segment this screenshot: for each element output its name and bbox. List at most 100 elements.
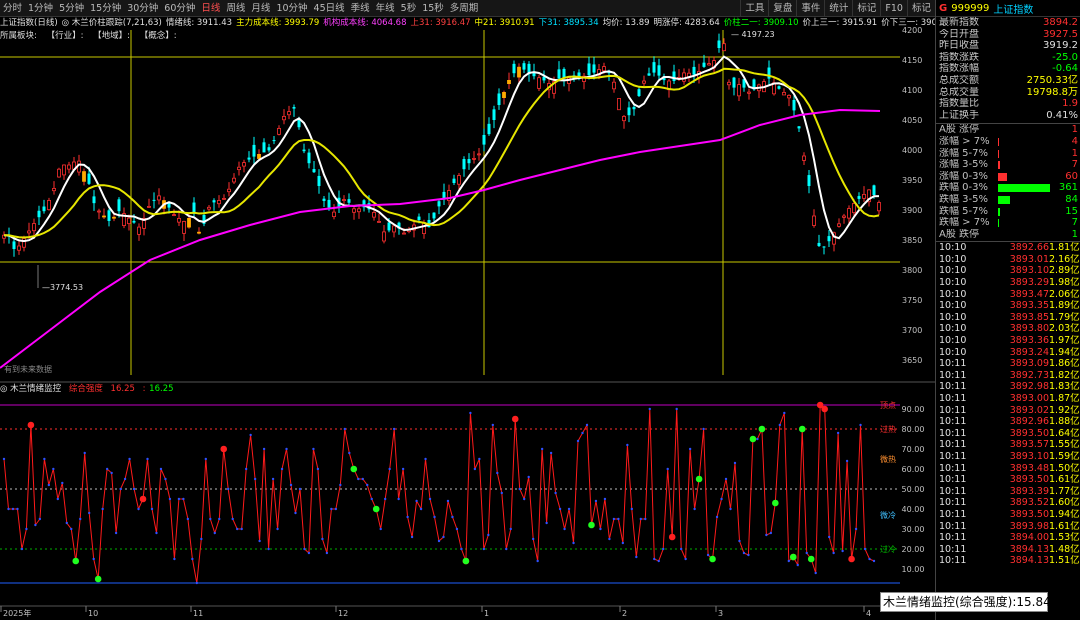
tick-row: 10:11 3893.09 1.86亿 bbox=[936, 358, 1080, 370]
stat-value: 2750.33亿 bbox=[1026, 74, 1078, 86]
strength-point bbox=[357, 477, 360, 481]
strength-point bbox=[478, 457, 481, 461]
strength-point bbox=[150, 507, 154, 511]
strength-point bbox=[397, 497, 400, 501]
tick-time: 10:11 bbox=[939, 508, 967, 520]
level-axis-label: 90.00 bbox=[902, 405, 925, 414]
tick-list[interactable]: 10:10 3892.66 1.81亿 10:10 3893.01 2.16亿 10:10 3… bbox=[936, 241, 1080, 567]
tick-row: 10:11 3893.57 1.55亿 bbox=[936, 439, 1080, 451]
tick-volume: 1.55亿 bbox=[1049, 439, 1080, 451]
candle-body bbox=[837, 223, 841, 227]
breadth-label: 跌幅 3-5% bbox=[939, 193, 989, 205]
strength-point bbox=[863, 547, 867, 551]
candle-body bbox=[727, 81, 731, 86]
stat-label: 指数量比 bbox=[939, 98, 979, 110]
breadth-row: 涨幅 > 7% 4 bbox=[936, 136, 1080, 148]
candle-body bbox=[227, 188, 231, 193]
strength-points bbox=[2, 403, 876, 585]
tick-time: 10:11 bbox=[939, 416, 967, 428]
x-axis-label: 1 bbox=[484, 609, 489, 618]
strength-point bbox=[61, 481, 64, 485]
tick-row: 10:11 3892.98 1.83亿 bbox=[936, 381, 1080, 393]
breadth-label: 涨幅 0-3% bbox=[939, 170, 989, 182]
candle-body bbox=[312, 169, 316, 173]
strength-point bbox=[38, 517, 42, 521]
tick-price: 3894.00 bbox=[1009, 532, 1049, 544]
strength-point bbox=[558, 507, 562, 511]
tick-volume: 1.81亿 bbox=[1049, 242, 1080, 254]
tick-time: 10:11 bbox=[939, 369, 967, 381]
candle-body bbox=[92, 196, 96, 204]
strength-point bbox=[370, 497, 373, 501]
breadth-count: 361 bbox=[1058, 182, 1078, 194]
strength-point bbox=[419, 507, 423, 511]
candle-body bbox=[67, 164, 71, 170]
candle-body bbox=[242, 162, 246, 167]
candle-body bbox=[827, 236, 831, 242]
tick-price: 3893.50 bbox=[1009, 427, 1049, 439]
overheat-marker bbox=[139, 495, 147, 503]
strength-point bbox=[531, 537, 535, 541]
chart-canvas[interactable]: 4200 4150 4100 4050 4000 3950 3900 3850 3800 3750… bbox=[0, 0, 935, 620]
strength-point bbox=[146, 457, 149, 461]
level-axis-label: 70.00 bbox=[902, 445, 925, 454]
tick-volume: 1.87亿 bbox=[1049, 393, 1080, 404]
oversold-marker bbox=[807, 555, 815, 563]
candle-body bbox=[877, 202, 881, 212]
candle-body bbox=[672, 71, 676, 81]
quote-panel: G 999999 上证指数 最新指数 3894.2 今日开盘 3927.5 昨日收盘 39… bbox=[935, 0, 1080, 620]
candle-body bbox=[12, 241, 16, 249]
tick-time: 10:11 bbox=[939, 543, 967, 555]
candle-body bbox=[497, 93, 501, 105]
candle-body bbox=[862, 193, 866, 199]
overheat-marker bbox=[27, 421, 35, 429]
candle-body bbox=[37, 210, 41, 218]
strength-point bbox=[675, 407, 678, 411]
stat-label: 总成交额 bbox=[939, 74, 979, 86]
candle-body bbox=[237, 166, 241, 171]
price-axis-label: 3950 bbox=[902, 176, 922, 185]
strength-point bbox=[648, 407, 651, 411]
sub-panel-value-1: 16.25 bbox=[110, 384, 135, 394]
strength-point bbox=[43, 457, 46, 461]
candle-body bbox=[622, 116, 626, 122]
strength-point bbox=[366, 483, 369, 487]
strength-point bbox=[388, 467, 391, 471]
strength-point bbox=[34, 523, 37, 527]
candle-body bbox=[517, 66, 521, 78]
price-axis-label: 4150 bbox=[902, 56, 922, 65]
strength-point bbox=[608, 537, 611, 541]
strength-point bbox=[827, 535, 831, 539]
tick-volume: 1.48亿 bbox=[1049, 543, 1080, 555]
stat-label: 总成交量 bbox=[939, 86, 979, 98]
tick-row: 10:11 3893.00 1.87亿 bbox=[936, 393, 1080, 405]
strength-point bbox=[679, 547, 683, 551]
strength-point bbox=[267, 547, 270, 551]
strength-point bbox=[473, 467, 477, 471]
sub-panel-colon: : bbox=[142, 384, 146, 394]
strength-point bbox=[137, 507, 140, 511]
candle-body bbox=[657, 65, 661, 76]
candle-body bbox=[787, 95, 791, 99]
candle-body bbox=[167, 203, 171, 208]
tick-row: 10:11 3894.13 1.51亿 bbox=[936, 555, 1080, 567]
tick-row: 10:10 3893.85 1.79亿 bbox=[936, 312, 1080, 324]
strength-point bbox=[249, 433, 252, 437]
candle-body bbox=[332, 211, 336, 218]
strength-point bbox=[271, 477, 275, 481]
breadth-label: A股 跌停 bbox=[939, 228, 980, 240]
strength-point bbox=[186, 517, 190, 521]
strength-point bbox=[769, 531, 773, 535]
tick-volume: 1.53亿 bbox=[1049, 532, 1080, 544]
strength-point bbox=[361, 477, 364, 481]
tick-row: 10:11 3894.00 1.53亿 bbox=[936, 532, 1080, 544]
tick-price: 3893.09 bbox=[1009, 358, 1049, 370]
strength-point bbox=[200, 537, 203, 541]
strength-point bbox=[742, 551, 746, 555]
zone-label-overheat: 过热 bbox=[880, 424, 896, 434]
strength-point bbox=[253, 477, 257, 481]
tick-price: 3892.73 bbox=[1009, 369, 1049, 381]
strength-point bbox=[778, 423, 782, 427]
candle-body bbox=[807, 175, 811, 186]
tick-time: 10:11 bbox=[939, 393, 967, 404]
